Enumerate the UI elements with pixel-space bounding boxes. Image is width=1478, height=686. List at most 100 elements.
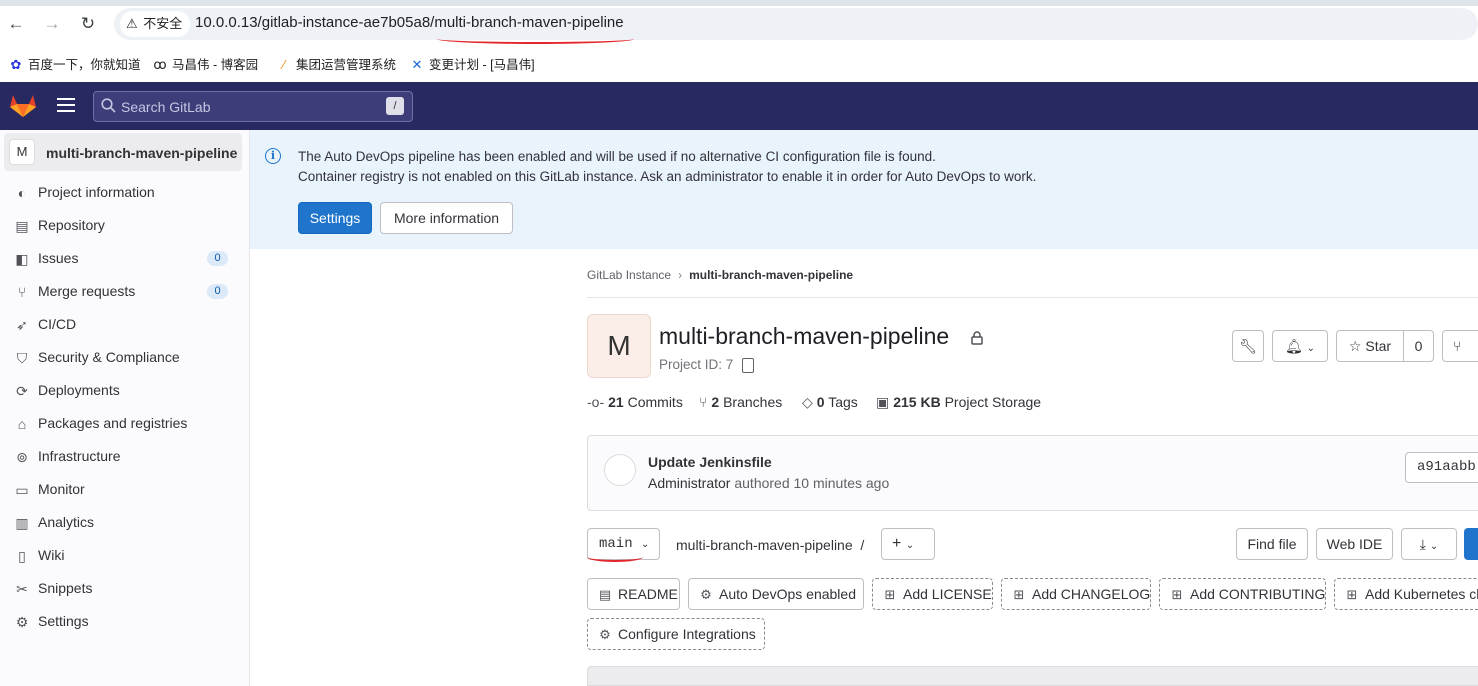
breadcrumb-chevron-icon: › [678, 268, 683, 282]
configure-integrations-button[interactable]: ⚙ Configure Integrations [587, 618, 765, 650]
reload-icon[interactable]: ↻ [76, 12, 100, 36]
readme-button[interactable]: ▤ README [587, 578, 680, 610]
sidebar-item-snippets[interactable]: ✂ Snippets [0, 573, 249, 603]
copy-icon[interactable] [742, 358, 754, 373]
document-icon: ▤ [15, 218, 29, 234]
sidebar-item-infrastructure[interactable]: ⊚ Infrastructure [0, 441, 249, 471]
commit-icon: -o- [587, 394, 605, 410]
hamburger-menu-icon[interactable] [57, 98, 75, 112]
alert-settings-button[interactable]: Settings [298, 202, 372, 234]
web-ide-button[interactable]: Web IDE [1316, 528, 1393, 560]
sidebar-item-security-compliance[interactable]: ⛉ Security & Compliance [0, 342, 249, 372]
add-contributing-button[interactable]: ⊞ Add CONTRIBUTING [1159, 578, 1326, 610]
search-shortcut-badge: / [386, 97, 404, 115]
breadcrumb-parent[interactable]: GitLab Instance [587, 268, 671, 282]
breadcrumb: GitLab Instance › multi-branch-maven-pipel… [587, 268, 853, 282]
merge-requests-count-badge: 0 [207, 284, 228, 299]
project-id: Project ID: 7 [659, 357, 734, 372]
red-annotation-branch [587, 552, 643, 562]
bell-icon: 🔔︎ [1284, 338, 1303, 354]
add-file-dropdown[interactable]: + ⌄ [881, 528, 935, 560]
clone-button[interactable] [1464, 528, 1478, 560]
security-chip[interactable]: ⚠ 不安全 [120, 11, 191, 37]
project-info-icon: ◐ [17, 185, 27, 201]
sidebar-item-packages-registries[interactable]: ⌂ Packages and registries [0, 408, 249, 438]
chart-icon: ▥ [15, 515, 29, 531]
sidebar-item-settings[interactable]: ⚙ Settings [0, 606, 249, 636]
sidebar-item-wiki[interactable]: ▯ Wiki [0, 540, 249, 570]
sidebar-item-monitor[interactable]: ▭ Monitor [0, 474, 249, 504]
download-dropdown[interactable]: ⤓ ⌄ [1401, 528, 1457, 560]
fork-button[interactable]: ⑂ [1442, 330, 1478, 362]
file-table-header [587, 666, 1478, 686]
commits-stat[interactable]: -o- 21 Commits [587, 394, 683, 410]
wrench-icon: 🔧︎ [1239, 338, 1257, 354]
notification-dropdown[interactable]: 🔔︎ ⌄ [1272, 330, 1328, 362]
rocket-icon: ➶ [16, 317, 28, 333]
project-avatar: M [587, 314, 651, 378]
storage-icon: ▣ [876, 394, 890, 410]
bookmarks-bar: ✿ 百度一下，你就知道 ꝏ 马昌伟 - 博客园 ⁄ 集团运营管理系统 ✕ 变更计划 - … [0, 48, 1478, 76]
gitlab-logo-icon[interactable] [9, 92, 37, 118]
sidebar-item-merge-requests[interactable]: ⑂ Merge requests 0 [0, 276, 249, 306]
bookmark-ops[interactable]: ⁄ 集团运营管理系统 [276, 54, 396, 73]
find-file-button[interactable]: Find file [1236, 528, 1308, 560]
blog-icon: ꝏ [153, 57, 167, 72]
back-arrow-icon[interactable]: ← [4, 12, 28, 36]
commit-author[interactable]: Administrator [648, 475, 730, 491]
last-commit-box [587, 435, 1478, 511]
tags-stat[interactable]: ◇ 0 Tags [802, 394, 858, 411]
plus-square-icon: ⊞ [884, 587, 896, 602]
tag-icon: ◇ [802, 394, 813, 410]
chevron-down-icon: ⌄ [1429, 541, 1439, 552]
sidebar-item-project-information[interactable]: ◐ Project information [0, 177, 249, 207]
lock-icon [971, 331, 983, 345]
add-kubernetes-button[interactable]: ⊞ Add Kubernetes cl [1334, 578, 1478, 610]
gear-icon: ⚙ [15, 614, 29, 630]
ops-system-icon: ⁄ [282, 57, 286, 72]
add-license-button[interactable]: ⊞ Add LICENSE [872, 578, 993, 610]
author-avatar[interactable] [604, 454, 636, 486]
commit-sha-button[interactable]: a91aabb [1405, 452, 1478, 483]
breadcrumb-current[interactable]: multi-branch-maven-pipeline [689, 268, 853, 282]
bookmark-change-plan[interactable]: ✕ 变更计划 - [马昌伟] [409, 54, 535, 73]
sidebar-item-repository[interactable]: ▤ Repository [0, 210, 249, 240]
sidebar-item-issues[interactable]: ◧ Issues 0 [0, 243, 249, 273]
commit-title[interactable]: Update Jenkinsfile [648, 454, 772, 470]
tab-strip [0, 0, 1478, 6]
alert-text-line2: Container registry is not enabled on thi… [298, 169, 1037, 184]
sidebar-project-name[interactable]: multi-branch-maven-pipeline [46, 145, 237, 161]
bookmark-baidu[interactable]: ✿ 百度一下，你就知道 [8, 54, 141, 73]
add-changelog-button[interactable]: ⊞ Add CHANGELOG [1001, 578, 1151, 610]
sidebar-item-deployments[interactable]: ⟳ Deployments [0, 375, 249, 405]
warning-icon: ⚠ [126, 16, 138, 31]
plus-icon: + [892, 535, 902, 552]
star-button[interactable]: ☆ Star [1336, 330, 1404, 362]
sidebar-project-avatar: M [9, 139, 35, 165]
star-count[interactable]: 0 [1403, 330, 1434, 362]
insecure-label: 不安全 [143, 16, 183, 31]
star-label: Star [1365, 338, 1392, 354]
fork-icon: ⑂ [1453, 338, 1462, 354]
forward-arrow-icon[interactable]: → [40, 12, 64, 36]
package-icon: ⌂ [17, 416, 27, 432]
sidebar-item-ci-cd[interactable]: ➶ CI/CD [0, 309, 249, 339]
auto-devops-button[interactable]: ⚙ Auto DevOps enabled [688, 578, 864, 610]
plus-square-icon: ⊞ [1346, 587, 1358, 602]
admin-wrench-button[interactable]: 🔧︎ [1232, 330, 1264, 362]
star-icon: ☆ [1348, 338, 1362, 354]
bookmark-blog[interactable]: ꝏ 马昌伟 - 博客园 [152, 54, 258, 73]
infrastructure-icon: ⊚ [16, 449, 28, 465]
storage-stat[interactable]: ▣ 215 KB Project Storage [876, 394, 1041, 411]
page-title: multi-branch-maven-pipeline [659, 323, 950, 349]
search-placeholder: Search GitLab [121, 99, 211, 115]
branches-stat[interactable]: ⑂ 2 Branches [699, 394, 782, 410]
breadcrumb-divider [587, 297, 1478, 298]
branch-name: main [599, 536, 633, 552]
snippet-icon: ✂ [16, 581, 28, 597]
book-icon: ▯ [18, 548, 26, 564]
sidebar-item-analytics[interactable]: ▥ Analytics [0, 507, 249, 537]
chevron-down-icon: ⌄ [641, 539, 650, 550]
alert-more-info-button[interactable]: More information [380, 202, 513, 234]
url-text[interactable]: 10.0.0.13/gitlab-instance-ae7b05a8/multi… [195, 14, 624, 31]
